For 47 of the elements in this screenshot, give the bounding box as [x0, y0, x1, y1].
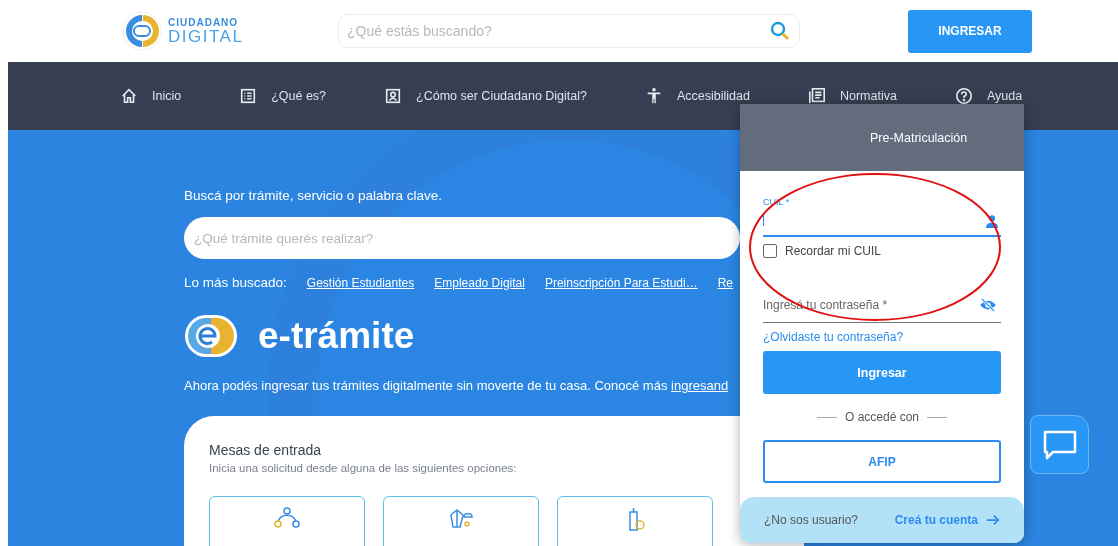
- description: Ahora podés ingresar tus trámites digitalmente sin moverte de tu casa. Conocé más ingresand: [184, 378, 729, 393]
- arrow-right-icon: [986, 513, 1000, 527]
- search-field[interactable]: ¿Qué estás buscando?: [338, 14, 800, 48]
- search-field[interactable]: ¿Qué trámite querés realizar?: [184, 217, 740, 259]
- figure-icon[interactable]: [645, 87, 663, 105]
- logo-icon: [122, 11, 162, 51]
- e-logo-icon: [184, 314, 238, 358]
- chat-button[interactable]: [1030, 415, 1089, 474]
- chat-icon: [1041, 428, 1078, 461]
- logo-subtitle: DIGITAL: [168, 27, 244, 45]
- document-icon[interactable]: [807, 87, 826, 105]
- card-subtitle: Inicia una solicitud desde alguna de las siguientes opciones:: [209, 462, 518, 474]
- login-button[interactable]: INGRESAR: [908, 9, 1032, 53]
- popular-link[interactable]: Empleado Digital: [434, 275, 525, 290]
- checkbox[interactable]: [763, 244, 777, 258]
- popular-label: Lo más buscado:: [184, 275, 287, 290]
- nav-link[interactable]: Ayuda: [986, 89, 1023, 103]
- forgot-password-link[interactable]: ¿Olvidaste tu contraseña?: [763, 330, 1001, 344]
- badge-icon[interactable]: [384, 87, 403, 105]
- help-icon[interactable]: [954, 87, 973, 105]
- logo-title: CIUDADANO: [168, 17, 240, 28]
- popular-link[interactable]: Re: [717, 275, 733, 290]
- submit-button[interactable]: Ingresar: [763, 351, 1001, 394]
- panel-title: Pre-Matriculación: [870, 130, 968, 145]
- popular-link[interactable]: Gestión Estudiantes: [306, 275, 415, 290]
- search-icon[interactable]: [770, 21, 790, 41]
- nav-link[interactable]: ¿Qué es?: [271, 89, 327, 103]
- globe-icon: [447, 507, 475, 531]
- home-icon[interactable]: [120, 87, 138, 105]
- nav-link[interactable]: Accesibilidad: [677, 89, 750, 103]
- create-account-link[interactable]: Creá tu cuenta: [894, 513, 1000, 527]
- nav-link[interactable]: ¿Cómo ser Ciudadano Digital?: [416, 89, 587, 103]
- brand-title: e-trámite: [258, 315, 415, 357]
- user-icon: [985, 214, 999, 228]
- nav-link[interactable]: Normativa: [839, 89, 897, 103]
- list-icon[interactable]: [239, 87, 258, 105]
- search-prompt: Buscá por trámite, servicio o palabra clave.: [184, 188, 443, 203]
- card-title: Mesas de entrada: [209, 442, 323, 458]
- footer-question: ¿No sos usuario?: [764, 513, 859, 527]
- nav-link[interactable]: Inicio: [152, 89, 182, 103]
- popular-link[interactable]: Preinscripción Para Estudi…: [544, 275, 698, 290]
- eye-slash-icon[interactable]: [979, 298, 997, 312]
- people-icon: [273, 507, 301, 531]
- divider-text: O accedé con: [844, 410, 919, 424]
- afip-button[interactable]: AFIP: [763, 440, 1001, 483]
- more-link[interactable]: ingresand: [671, 378, 729, 393]
- checkbox-label: Recordar mi CUIL: [785, 244, 882, 258]
